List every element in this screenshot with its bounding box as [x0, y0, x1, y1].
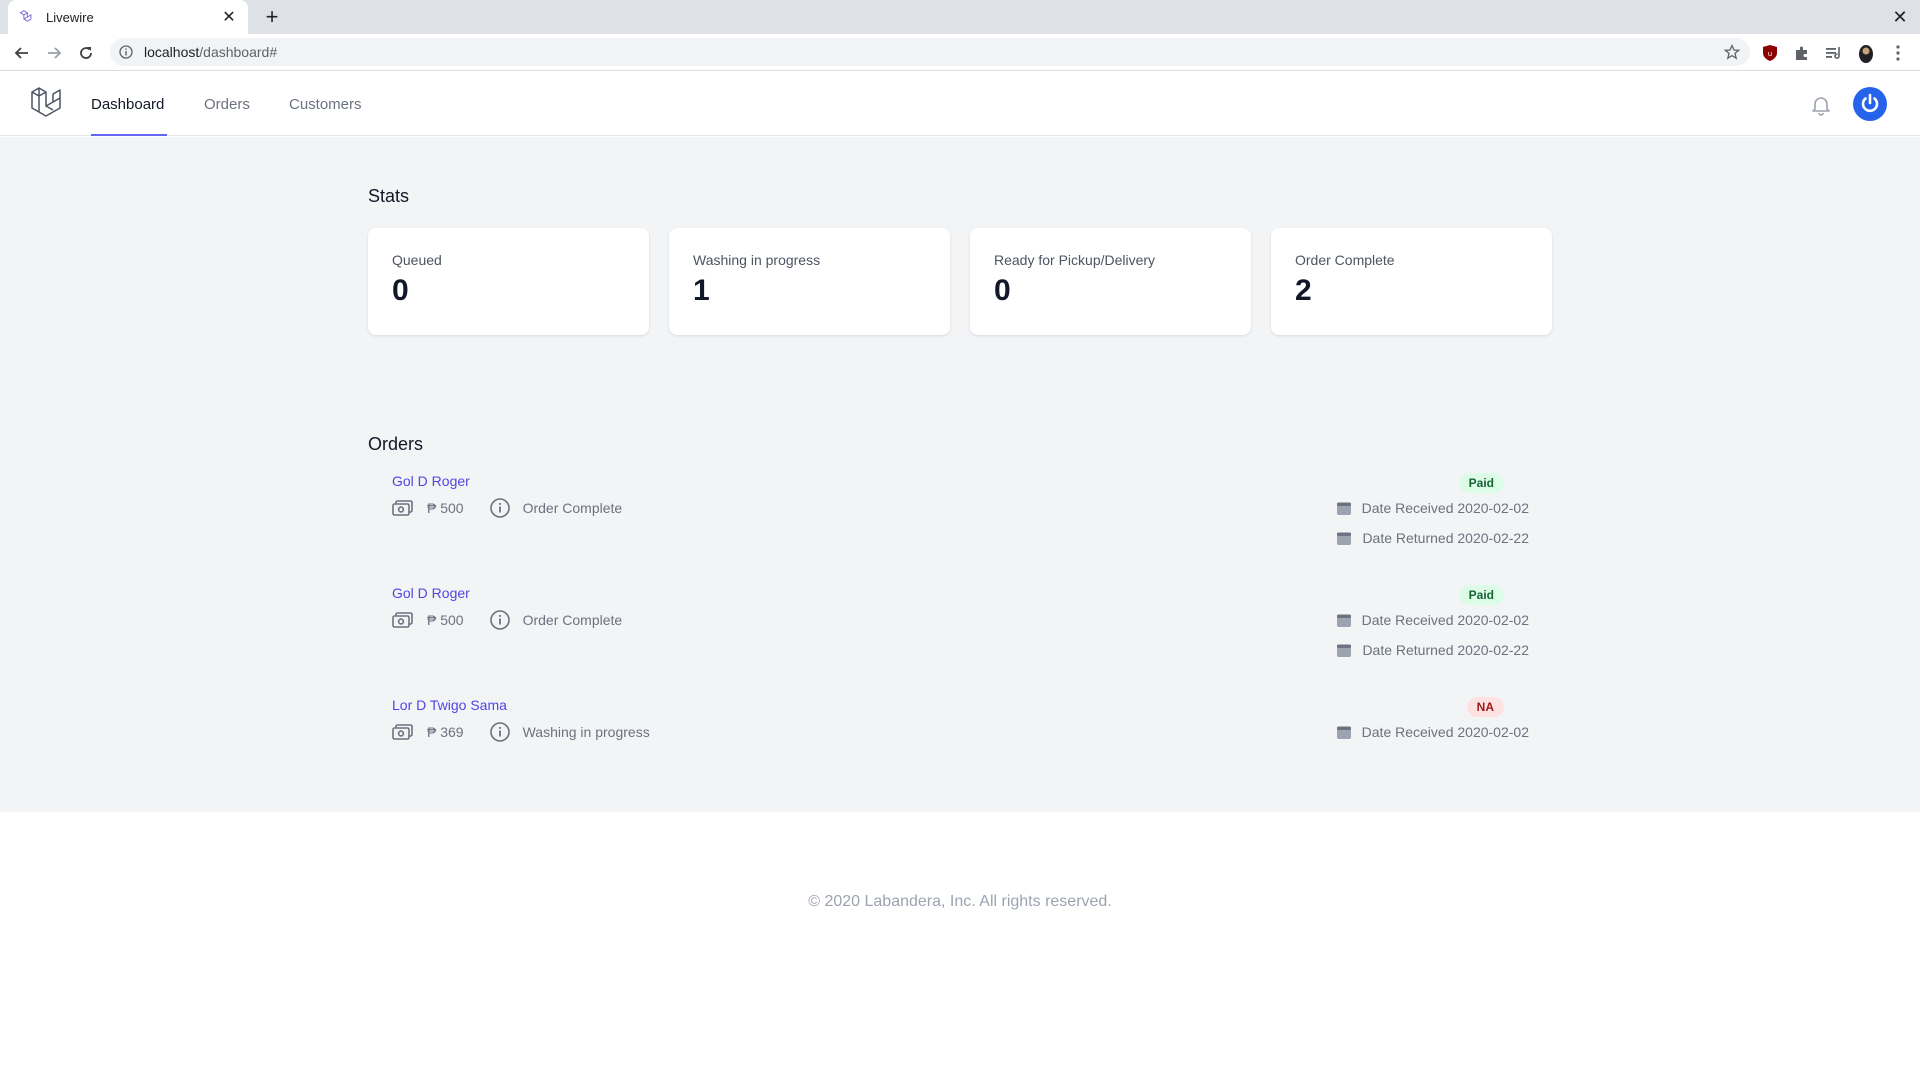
order-meta: ₱ 500 Order Complete — [392, 497, 622, 519]
stat-value: 0 — [392, 274, 409, 307]
browser-toolbar: localhost/dashboard# u — [0, 34, 1920, 71]
nav-orders[interactable]: Orders — [204, 72, 250, 136]
payment-badge: Paid — [1458, 585, 1504, 605]
order-status: Washing in progress — [522, 724, 650, 740]
new-tab-button[interactable]: + — [260, 4, 284, 29]
active-nav-indicator — [91, 134, 167, 136]
stat-value: 1 — [693, 274, 710, 307]
date-received: Date Received 2020-02-02 — [1334, 497, 1529, 519]
stat-value: 0 — [994, 274, 1011, 307]
back-arrow-icon[interactable] — [10, 41, 34, 65]
payment-badge: NA — [1466, 697, 1504, 717]
order-row: Lor D Twigo Sama ₱ 369 Washing in progre… — [367, 697, 1529, 797]
tab-title: Livewire — [46, 9, 94, 25]
address-bar[interactable]: localhost/dashboard# — [110, 38, 1750, 66]
cash-icon — [392, 497, 414, 519]
date-returned: Date Returned 2020-02-22 — [1334, 527, 1529, 549]
order-status: Order Complete — [522, 612, 623, 628]
date-received-text: Date Received 2020-02-02 — [1361, 724, 1529, 740]
app-navbar: Dashboard Orders Customers — [0, 72, 1920, 136]
order-amount: ₱ 500 — [427, 500, 464, 516]
calendar-icon — [1334, 610, 1354, 630]
info-circle-icon — [489, 721, 511, 743]
nav-customers-label: Customers — [289, 95, 362, 113]
stat-card-queued: Queued 0 — [368, 228, 649, 335]
reload-icon[interactable] — [74, 41, 98, 65]
footer-copyright: © 2020 Labandera, Inc. All rights reserv… — [808, 893, 1112, 910]
info-icon[interactable] — [118, 44, 134, 60]
laravel-logo[interactable] — [30, 86, 64, 122]
date-returned-text: Date Returned 2020-02-22 — [1362, 642, 1529, 658]
payment-badge: Paid — [1458, 473, 1504, 493]
star-icon[interactable] — [1722, 42, 1742, 62]
stats-title: Stats — [368, 186, 410, 206]
date-received: Date Received 2020-02-02 — [1334, 721, 1529, 743]
browser-tab[interactable]: Livewire ✕ — [8, 0, 248, 34]
stat-label: Ready for Pickup/Delivery — [994, 252, 1156, 268]
stat-label: Queued — [392, 252, 442, 268]
window-close-icon[interactable]: ✕ — [1888, 5, 1912, 29]
order-status: Order Complete — [522, 500, 623, 516]
cash-icon — [392, 721, 414, 743]
date-received: Date Received 2020-02-02 — [1334, 609, 1529, 631]
puzzle-icon[interactable] — [1790, 41, 1814, 65]
nav-dashboard-label: Dashboard — [91, 95, 165, 113]
date-returned-text: Date Returned 2020-02-22 — [1362, 530, 1529, 546]
calendar-icon — [1334, 640, 1354, 660]
info-circle-icon — [489, 609, 511, 631]
url-host: localhost — [144, 44, 200, 60]
order-row: Gol D Roger ₱ 500 Order Complete Paid Da… — [367, 585, 1529, 685]
nav-orders-label: Orders — [204, 95, 250, 113]
calendar-icon — [1334, 498, 1354, 518]
tab-close-icon[interactable]: ✕ — [220, 8, 238, 26]
stat-card-complete: Order Complete 2 — [1271, 228, 1552, 335]
stat-label: Washing in progress — [693, 252, 821, 268]
power-icon — [1861, 93, 1879, 113]
date-received-text: Date Received 2020-02-02 — [1361, 500, 1529, 516]
info-circle-icon — [489, 497, 511, 519]
order-amount: ₱ 369 — [427, 724, 464, 740]
url-path: /dashboard# — [199, 44, 278, 60]
calendar-icon — [1334, 528, 1354, 548]
media-queue-icon[interactable] — [1822, 41, 1846, 65]
order-meta: ₱ 369 Washing in progress — [392, 721, 650, 743]
date-received-text: Date Received 2020-02-02 — [1361, 612, 1529, 628]
cash-icon — [392, 609, 414, 631]
main-content: Stats Queued 0 Washing in progress 1 Rea… — [0, 137, 1920, 812]
stat-card-ready: Ready for Pickup/Delivery 0 — [970, 228, 1251, 335]
stat-label: Order Complete — [1295, 252, 1395, 268]
user-avatar[interactable] — [1853, 87, 1887, 121]
nav-customers[interactable]: Customers — [289, 72, 362, 136]
order-customer-link[interactable]: Gol D Roger — [392, 585, 470, 601]
profile-icon[interactable] — [1854, 41, 1878, 65]
nav-dashboard[interactable]: Dashboard — [91, 72, 167, 136]
kebab-menu-icon[interactable] — [1886, 41, 1910, 65]
ublock-icon[interactable]: u — [1758, 41, 1782, 65]
svg-text:u: u — [1768, 50, 1772, 58]
order-customer-link[interactable]: Lor D Twigo Sama — [392, 697, 507, 713]
bell-icon[interactable] — [1810, 94, 1832, 116]
calendar-icon — [1334, 722, 1354, 742]
order-customer-link[interactable]: Gol D Roger — [392, 473, 470, 489]
stat-card-washing: Washing in progress 1 — [669, 228, 950, 335]
order-row: Gol D Roger ₱ 500 Order Complete Paid Da… — [367, 473, 1529, 573]
order-amount: ₱ 500 — [427, 612, 464, 628]
laravel-favicon-icon — [18, 9, 34, 25]
date-returned: Date Returned 2020-02-22 — [1334, 639, 1529, 661]
order-meta: ₱ 500 Order Complete — [392, 609, 622, 631]
browser-tabstrip: Livewire ✕ + ✕ — [0, 0, 1920, 34]
page-footer: © 2020 Labandera, Inc. All rights reserv… — [0, 812, 1920, 1080]
forward-arrow-icon[interactable] — [42, 41, 66, 65]
orders-title: Orders — [368, 434, 424, 454]
stat-value: 2 — [1295, 274, 1312, 307]
